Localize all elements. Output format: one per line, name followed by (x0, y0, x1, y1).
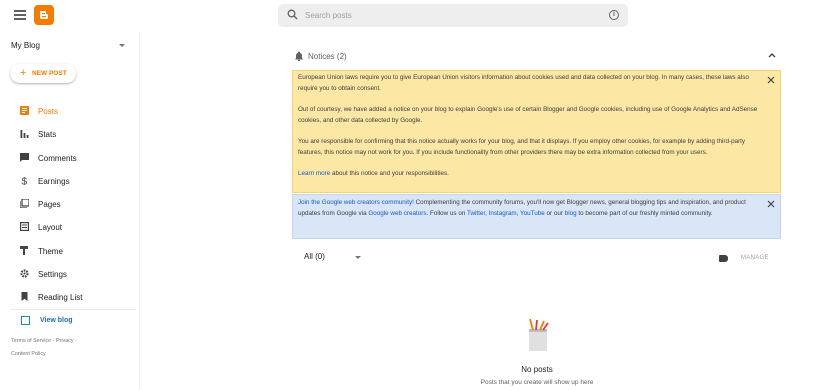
stats-icon (20, 130, 29, 139)
sidebar-item-settings[interactable]: Settings (0, 263, 139, 286)
notice-paragraph: Learn more about this notice and your re… (298, 169, 768, 180)
sidebar-item-label: Theme (38, 246, 63, 256)
posts-icon (20, 106, 29, 115)
sidebar-item-label: Posts (38, 107, 59, 116)
svg-text:$: $ (22, 176, 28, 185)
main-content: Notices (2) European Union laws require … (140, 32, 814, 390)
notice-text: about this notice and your responsibilit… (330, 170, 449, 177)
post-filter-dropdown[interactable]: All (0) (304, 252, 325, 261)
plus-icon: + (20, 67, 27, 79)
caret-down-icon[interactable] (119, 44, 125, 47)
notices-title: Notices (2) (308, 52, 347, 61)
notice-paragraph: Out of courtesy, we have added a notice … (298, 106, 758, 124)
blogger-logo[interactable] (34, 5, 54, 25)
blog-selector[interactable]: My Blog (11, 41, 40, 50)
bell-icon (295, 51, 303, 61)
instagram-link[interactable]: Instagram (489, 210, 517, 217)
terms-link[interactable]: Terms of Service (11, 338, 51, 344)
label-icon[interactable] (719, 255, 728, 262)
chevron-up-icon[interactable] (768, 52, 776, 58)
web-creators-link[interactable]: Google web creators (368, 210, 426, 217)
close-icon[interactable] (767, 200, 775, 208)
pages-icon (20, 199, 29, 209)
gear-icon (20, 269, 29, 278)
manage-button[interactable]: MANAGE (741, 255, 769, 261)
empty-posts-illustration (529, 318, 549, 351)
view-blog-link[interactable]: View blog (0, 314, 139, 328)
community-notice: Join the Google web creators community! … (292, 194, 781, 239)
view-blog-label: View blog (40, 317, 73, 324)
sidebar-item-label: Settings (38, 270, 67, 280)
notices-header[interactable]: Notices (2) (292, 49, 782, 65)
sidebar-item-label: Layout (38, 223, 63, 233)
theme-icon (20, 245, 28, 255)
sidebar-item-theme[interactable]: Theme (0, 240, 139, 263)
sidebar-item-label: Pages (38, 200, 61, 210)
notice-text: to become part of our freshly minted com… (576, 209, 713, 217)
dollar-icon: $ (22, 176, 28, 185)
layout-icon (20, 222, 29, 232)
empty-state-subtitle: Posts that you create will show up here (480, 379, 594, 386)
info-icon[interactable]: i (609, 10, 619, 20)
notice-text: or our (544, 209, 565, 217)
sidebar-item-label: Reading List (38, 293, 83, 303)
sidebar-item-label: Earnings (38, 176, 70, 186)
notice-paragraph: You are responsible for confirming that … (298, 138, 746, 156)
sidebar-item-layout[interactable]: Layout (0, 216, 139, 239)
caret-down-icon[interactable] (355, 256, 361, 259)
sidebar-nav: Posts Stats Comments $ Earnings Pages La… (0, 100, 139, 310)
sidebar-item-pages[interactable]: Pages (0, 193, 139, 216)
menu-icon[interactable] (14, 10, 26, 20)
top-app-bar: i (0, 0, 814, 32)
search-bar[interactable]: i (278, 4, 628, 27)
new-post-label: NEW POST (32, 70, 67, 77)
notice-text: . Follow us on (426, 209, 467, 217)
new-post-button[interactable]: + NEW POST (10, 64, 76, 83)
close-icon[interactable] (767, 76, 775, 84)
legal-links: Terms of Service · Privacy · Content Pol… (11, 338, 77, 357)
content-policy-link[interactable]: Content Policy (11, 351, 46, 357)
search-input[interactable] (305, 7, 595, 24)
search-icon (287, 9, 298, 20)
comments-icon (20, 152, 29, 162)
notice-paragraph: European Union laws require you to give … (298, 74, 749, 92)
bookmark-icon (21, 292, 28, 302)
twitter-link[interactable]: Twitter (467, 210, 485, 217)
sidebar-item-stats[interactable]: Stats (0, 123, 139, 146)
youtube-link[interactable]: YouTube (520, 210, 545, 217)
blog-link[interactable]: blog (565, 210, 577, 217)
empty-state-title: No posts (521, 365, 553, 374)
eu-cookie-notice: European Union laws require you to give … (292, 70, 781, 193)
sidebar-item-label: Stats (38, 130, 57, 140)
notice-paragraph: Join the Google web creators community! … (298, 198, 758, 219)
join-community-link[interactable]: Join the Google web creators community! (298, 199, 414, 206)
privacy-link[interactable]: Privacy (56, 338, 74, 344)
sidebar-divider (10, 309, 136, 310)
sidebar-item-reading-list[interactable]: Reading List (0, 286, 139, 309)
open-external-icon (21, 316, 30, 325)
sidebar-item-posts[interactable]: Posts (0, 100, 139, 123)
learn-more-link[interactable]: Learn more (298, 170, 330, 177)
sidebar-item-label: Comments (38, 153, 77, 163)
sidebar-item-earnings[interactable]: $ Earnings (0, 170, 139, 193)
sidebar-item-comments[interactable]: Comments (0, 147, 139, 170)
sidebar: My Blog + NEW POST Posts Stats Comments … (0, 32, 140, 390)
